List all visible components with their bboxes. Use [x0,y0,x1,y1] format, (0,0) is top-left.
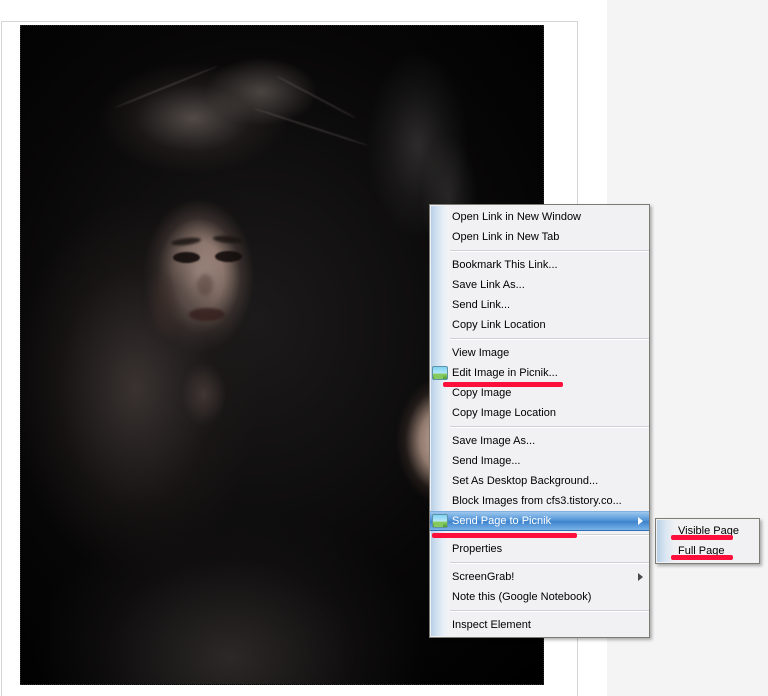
menu-item-label: Save Link As... [452,279,525,291]
face-eye-right [215,251,242,262]
face-cheek-shadow [153,276,177,334]
menu-item-label: Save Image As... [452,435,536,447]
menu-item-send-link[interactable]: Send Link... [430,295,649,315]
menu-item-label: Send Image... [452,455,521,467]
annotation-underline-send-page-to-picnik [432,533,577,538]
chevron-right-icon [638,573,643,581]
menu-item-label: Properties [452,543,503,555]
menu-item-open-link-new-window[interactable]: Open Link in New Window [430,207,649,227]
menu-item-send-page-to-picnik[interactable]: Send Page to Picnik [430,511,649,531]
picnik-icon [432,366,448,380]
menu-item-label: Copy Image Location [452,407,556,419]
page-top-strip [0,0,607,21]
annotation-underline-visible-page [671,535,733,540]
menu-item-inspect-element[interactable]: Inspect Element [430,615,649,635]
picnik-icon [432,514,448,528]
menu-item-label: Set As Desktop Background... [452,475,599,487]
menu-item-bookmark-this-link[interactable]: Bookmark This Link... [430,255,649,275]
menu-item-open-link-new-tab[interactable]: Open Link in New Tab [430,227,649,247]
menu-item-save-image-as[interactable]: Save Image As... [430,431,649,451]
menu-separator [450,610,649,612]
menu-item-label: Bookmark This Link... [452,259,558,271]
annotation-underline-edit-image-in-picnik [443,382,563,387]
menu-item-label: Inspect Element [452,619,531,631]
menu-separator [450,338,649,340]
chevron-right-icon [638,517,643,525]
annotation-underline-full-page [671,555,733,560]
menu-item-label: Send Link... [452,299,511,311]
menu-separator [450,426,649,428]
menu-item-label: View Image [452,347,510,359]
menu-item-properties[interactable]: Properties [430,539,649,559]
menu-item-label: Note this (Google Notebook) [452,591,592,603]
menu-item-block-images[interactable]: Block Images from cfs3.tistory.co... [430,491,649,511]
face-eye-left [173,252,200,263]
browser-page: Open Link in New Window Open Link in New… [0,0,768,696]
menu-separator [450,562,649,564]
face-nose [197,274,213,296]
menu-item-label: Copy Link Location [452,319,546,331]
menu-item-label: ScreenGrab! [452,571,515,583]
menu-item-label: Block Images from cfs3.tistory.co... [452,495,622,507]
menu-item-save-link-as[interactable]: Save Link As... [430,275,649,295]
menu-item-edit-image-in-picnik[interactable]: Edit Image in Picnik... [430,363,649,383]
menu-item-screengrab[interactable]: ScreenGrab! [430,567,649,587]
menu-item-copy-image-location[interactable]: Copy Image Location [430,403,649,423]
menu-item-label: Edit Image in Picnik... [452,367,558,379]
menu-item-note-this-google-notebook[interactable]: Note this (Google Notebook) [430,587,649,607]
menu-item-label: Copy Image [452,387,512,399]
menu-separator [450,250,649,252]
context-menu[interactable]: Open Link in New Window Open Link in New… [429,204,650,638]
menu-item-label: Send Page to Picnik [452,515,552,527]
menu-item-copy-link-location[interactable]: Copy Link Location [430,315,649,335]
menu-item-label: Open Link in New Tab [452,231,560,243]
menu-item-label: Open Link in New Window [452,211,582,223]
face-lips [189,308,225,321]
context-menu-items: Open Link in New Window Open Link in New… [430,205,649,637]
menu-item-send-image[interactable]: Send Image... [430,451,649,471]
menu-item-view-image[interactable]: View Image [430,343,649,363]
menu-item-set-as-desktop-background[interactable]: Set As Desktop Background... [430,471,649,491]
